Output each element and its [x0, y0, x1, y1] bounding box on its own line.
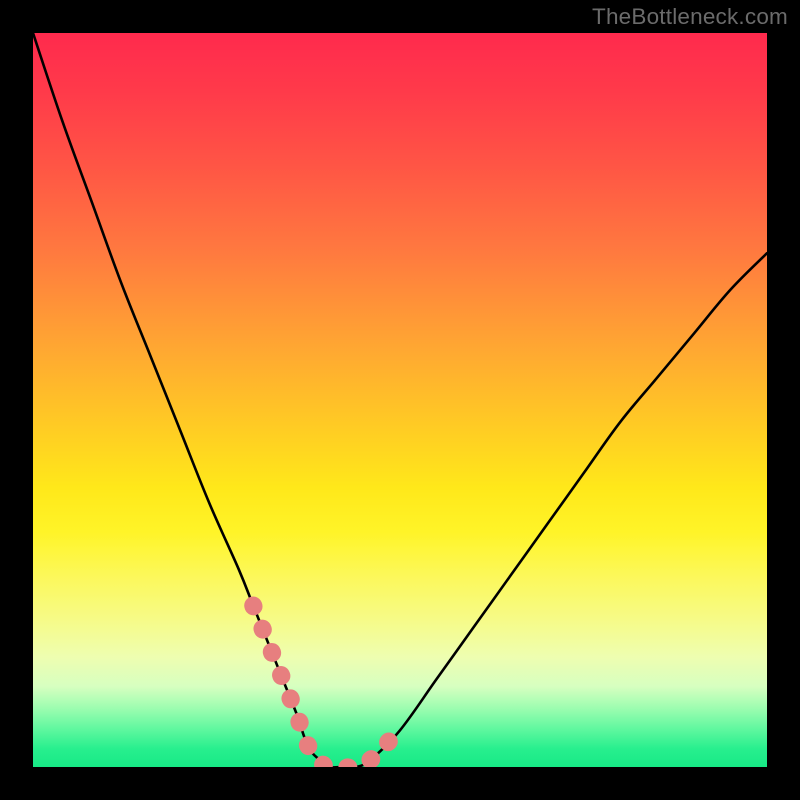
curve-layer — [33, 33, 767, 767]
optimal-range-marker — [253, 606, 400, 767]
bottleneck-curve-path — [33, 33, 767, 767]
bottleneck-curve — [33, 33, 767, 767]
plot-area — [33, 33, 767, 767]
chart-frame: TheBottleneck.com — [0, 0, 800, 800]
watermark-text: TheBottleneck.com — [592, 4, 788, 30]
optimal-range-path — [253, 606, 400, 767]
